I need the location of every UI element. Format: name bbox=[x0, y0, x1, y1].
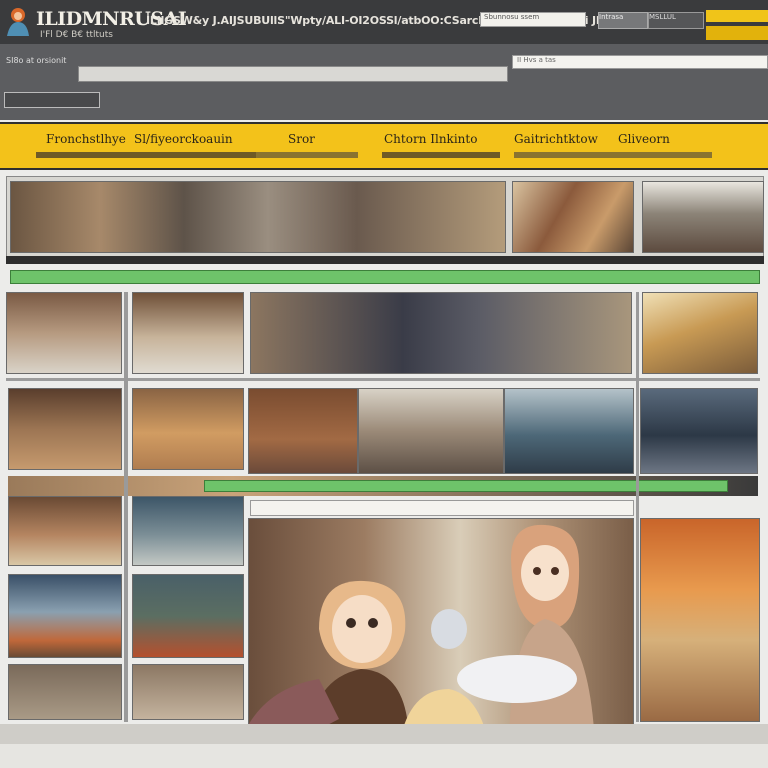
tile-7[interactable] bbox=[358, 388, 504, 474]
header-button-primary[interactable]: Intrasa bbox=[598, 12, 648, 29]
tile-1[interactable] bbox=[6, 292, 122, 374]
tile-15[interactable] bbox=[132, 664, 244, 720]
main-nav: Fronchstlhye Sl/fiyeorckoauin Sror Chtor… bbox=[0, 122, 768, 170]
tile-8[interactable] bbox=[504, 388, 634, 474]
header-button-secondary[interactable]: MSLLUL bbox=[648, 12, 704, 29]
toolbar-right-field[interactable]: II Hvs a tas bbox=[512, 55, 768, 69]
bottom-shelf bbox=[0, 724, 768, 744]
page-footer bbox=[0, 744, 768, 768]
frame-post-right bbox=[636, 292, 639, 722]
tile-6[interactable] bbox=[248, 388, 358, 474]
tile-14[interactable] bbox=[8, 664, 122, 720]
tile-12[interactable] bbox=[8, 574, 122, 658]
banner-divider bbox=[6, 256, 764, 264]
tile-10[interactable] bbox=[8, 496, 122, 566]
row-separator-1 bbox=[6, 378, 760, 381]
nav-underline-1 bbox=[36, 152, 256, 158]
tile-9[interactable] bbox=[640, 388, 758, 474]
nav-underline-4 bbox=[514, 152, 712, 158]
address-bar[interactable] bbox=[78, 66, 508, 82]
frame-post-left bbox=[124, 292, 128, 722]
app-subtitle: I'Fl D€ B€ ttltuts bbox=[40, 30, 113, 40]
content-caption-bar bbox=[250, 500, 634, 516]
nav-underline-2 bbox=[256, 152, 358, 158]
green-divider-middle bbox=[204, 480, 728, 492]
app-logo-icon[interactable] bbox=[4, 4, 32, 38]
tile-2[interactable] bbox=[132, 292, 244, 374]
banner-image-store[interactable] bbox=[512, 181, 634, 253]
tile-4[interactable] bbox=[8, 388, 122, 470]
banner-image-interior[interactable] bbox=[642, 181, 764, 253]
nav-item-3[interactable]: Sror bbox=[288, 132, 315, 146]
nav-item-5[interactable]: Gaitrichtktow bbox=[514, 132, 598, 146]
nav-item-6[interactable]: Gliveorn bbox=[618, 132, 670, 146]
toolbar-left-field[interactable] bbox=[4, 92, 100, 108]
toolbar-label: SI8o at orsionit bbox=[6, 56, 67, 65]
green-divider-top bbox=[10, 270, 760, 284]
featured-characters-illustration bbox=[249, 524, 595, 743]
tile-wide-1[interactable] bbox=[250, 292, 632, 374]
nav-item-2[interactable]: Sl/fiyeorckoauin bbox=[134, 132, 233, 146]
nav-underline-3 bbox=[382, 152, 500, 158]
header-accent-button-lower[interactable] bbox=[706, 26, 768, 40]
nav-item-4[interactable]: Chtorn Ilnkinto bbox=[384, 132, 477, 146]
header-search-input[interactable]: Sbunnosu ssem bbox=[480, 12, 586, 27]
banner-image-shop[interactable] bbox=[10, 181, 506, 253]
tile-16[interactable] bbox=[640, 518, 760, 722]
tile-13[interactable] bbox=[132, 574, 244, 658]
nav-item-1[interactable]: Fronchstlhye bbox=[46, 132, 126, 146]
tile-3[interactable] bbox=[642, 292, 758, 374]
header-accent-button[interactable] bbox=[706, 10, 768, 22]
featured-scene[interactable] bbox=[248, 518, 634, 744]
tile-11[interactable] bbox=[132, 496, 244, 566]
tile-5[interactable] bbox=[132, 388, 244, 470]
